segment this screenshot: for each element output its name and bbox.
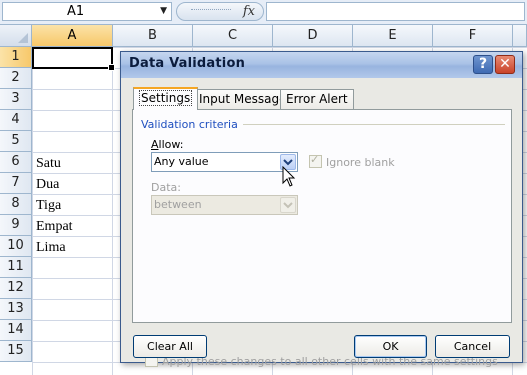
tab-settings-label: Settings bbox=[139, 90, 193, 106]
cancel-button[interactable]: Cancel bbox=[435, 335, 510, 358]
settings-tab-panel: Validation criteria Allow: Any value Ign… bbox=[132, 109, 512, 368]
cell-a9[interactable]: Empat bbox=[36, 216, 73, 237]
chevron-down-icon bbox=[283, 202, 293, 209]
divider bbox=[243, 124, 505, 125]
allow-label-accesskey: A bbox=[151, 138, 159, 151]
allow-label-rest: llow: bbox=[158, 138, 184, 151]
row-header-3[interactable]: 3 bbox=[0, 89, 32, 110]
cell-a10[interactable]: Lima bbox=[36, 237, 66, 258]
formula-input[interactable] bbox=[266, 2, 525, 21]
ignore-blank-checkbox[interactable]: Ignore blank bbox=[309, 153, 395, 169]
checkbox-icon bbox=[309, 153, 322, 168]
dialog-title: Data Validation bbox=[129, 56, 246, 71]
close-button[interactable]: ✕ bbox=[495, 55, 515, 74]
row-header-4[interactable]: 4 bbox=[0, 110, 32, 131]
row-header-6[interactable]: 6 bbox=[0, 152, 32, 173]
active-cell-a1[interactable] bbox=[32, 47, 115, 71]
row-header-9[interactable]: 9 bbox=[0, 215, 32, 236]
insert-function-icon[interactable]: fx bbox=[243, 4, 255, 19]
chevron-down-icon bbox=[283, 159, 293, 166]
validation-criteria-label: Validation criteria bbox=[141, 118, 238, 131]
allow-select-value: Any value bbox=[154, 155, 209, 168]
column-header-a[interactable]: A bbox=[32, 25, 113, 47]
column-header-b[interactable]: B bbox=[113, 25, 193, 47]
cell-a8[interactable]: Tiga bbox=[36, 195, 61, 216]
data-select-value: between bbox=[154, 198, 202, 211]
column-header-g[interactable] bbox=[513, 25, 527, 47]
select-all-corner[interactable] bbox=[0, 25, 32, 47]
data-validation-dialog: Data Validation ? ✕ Validation criteria … bbox=[120, 51, 523, 368]
ok-button[interactable]: OK bbox=[354, 335, 427, 358]
clear-all-button[interactable]: Clear All bbox=[133, 335, 207, 358]
name-box-value: A1 bbox=[67, 4, 85, 19]
row-header-10[interactable]: 10 bbox=[0, 236, 32, 257]
help-button[interactable]: ? bbox=[473, 55, 493, 74]
cell-a6[interactable]: Satu bbox=[36, 153, 61, 174]
grip-icon[interactable] bbox=[191, 9, 231, 16]
cell-a7[interactable]: Dua bbox=[36, 174, 59, 195]
row-header-11[interactable]: 11 bbox=[0, 257, 32, 278]
row-header-14[interactable]: 14 bbox=[0, 320, 32, 341]
data-label: Data: bbox=[151, 181, 181, 194]
mouse-cursor-icon bbox=[282, 166, 296, 187]
row-header-8[interactable]: 8 bbox=[0, 194, 32, 215]
row-header-13[interactable]: 13 bbox=[0, 299, 32, 320]
formula-controls: fx bbox=[176, 2, 264, 21]
data-dropdown-button[interactable] bbox=[280, 197, 296, 213]
data-select[interactable]: between bbox=[151, 195, 298, 215]
dialog-titlebar[interactable]: Data Validation ? ✕ bbox=[121, 52, 522, 78]
column-header-e[interactable]: E bbox=[353, 25, 433, 47]
tab-settings[interactable]: Settings bbox=[133, 87, 199, 110]
allow-label: Allow: bbox=[151, 138, 183, 151]
column-header-f[interactable]: F bbox=[433, 25, 513, 47]
name-box[interactable]: A1 ▼ bbox=[2, 2, 172, 21]
ignore-blank-label: Ignore blank bbox=[326, 156, 395, 169]
row-header-1[interactable]: 1 bbox=[0, 47, 32, 68]
column-header-c[interactable]: C bbox=[193, 25, 273, 47]
tab-input-message[interactable]: Input Message bbox=[193, 89, 293, 109]
row-header-7[interactable]: 7 bbox=[0, 173, 32, 194]
chevron-down-icon[interactable]: ▼ bbox=[160, 3, 167, 20]
tab-error-alert[interactable]: Error Alert bbox=[280, 89, 354, 109]
formula-bar: A1 ▼ fx bbox=[0, 0, 527, 25]
allow-select[interactable]: Any value bbox=[151, 152, 298, 172]
row-header-12[interactable]: 12 bbox=[0, 278, 32, 299]
row-header-2[interactable]: 2 bbox=[0, 68, 32, 89]
column-header-d[interactable]: D bbox=[273, 25, 353, 47]
row-header-5[interactable]: 5 bbox=[0, 131, 32, 152]
row-header-15[interactable]: 15 bbox=[0, 341, 32, 362]
